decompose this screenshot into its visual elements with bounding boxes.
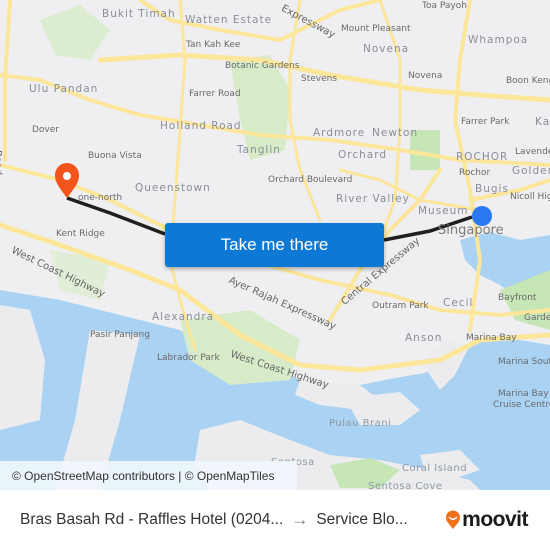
label-nicoll-highway: Nicoll Hig bbox=[510, 192, 550, 202]
label-bayfront: Bayfront bbox=[498, 293, 537, 303]
label-dover: Dover bbox=[32, 125, 59, 135]
label-orchard: Orchard bbox=[338, 149, 388, 161]
label-mount-pleasant: Mount Pleasant bbox=[341, 24, 411, 34]
label-farrer-road: Farrer Road bbox=[189, 89, 241, 99]
label-kallang: Kal bbox=[535, 116, 550, 128]
label-botanic-gardens: Botanic Gardens bbox=[225, 61, 300, 71]
label-stevens: Stevens bbox=[301, 74, 338, 84]
label-novena: Novena bbox=[408, 71, 443, 81]
label-river-valley: River Valley bbox=[336, 193, 410, 205]
label-cruise-centre-line1: Marina Bay bbox=[498, 389, 549, 399]
map[interactable]: Bukit Timah Watten Estate Tan Kah Kee Bo… bbox=[0, 0, 550, 490]
moovit-pin-icon bbox=[446, 510, 461, 529]
label-alexandra: Alexandra bbox=[152, 311, 215, 323]
label-lavender: Lavende bbox=[515, 147, 550, 157]
destination-stop-name: Service Blo... bbox=[316, 511, 408, 528]
origin-map-pin-icon[interactable] bbox=[55, 163, 79, 198]
label-ardmore: Ardmore bbox=[313, 127, 366, 139]
label-rochor: Rochor bbox=[459, 168, 491, 178]
arrow-right-icon: → bbox=[291, 510, 309, 529]
label-holland-road: Holland Road bbox=[160, 120, 242, 132]
label-labrador-park: Labrador Park bbox=[157, 353, 220, 363]
moovit-wordmark: moovit bbox=[462, 508, 528, 531]
label-outram-park: Outram Park bbox=[372, 301, 429, 311]
label-kent-ridge: Kent Ridge bbox=[56, 229, 105, 239]
label-tan-kah-kee: Tan Kah Kee bbox=[186, 40, 241, 50]
take-me-there-button[interactable]: Take me there bbox=[165, 223, 384, 267]
bukit-timah-park bbox=[40, 5, 110, 60]
label-singapore: Singapore bbox=[438, 223, 504, 238]
label-orchard-boulevard: Orchard Boulevard bbox=[268, 175, 353, 185]
label-golden: Golden bbox=[512, 165, 550, 177]
label-whampoa: Whampoa bbox=[468, 34, 529, 46]
map-attribution[interactable]: © OpenStreetMap contributors | © OpenMap… bbox=[0, 461, 297, 490]
label-museum: Museum bbox=[418, 205, 469, 217]
moovit-logo[interactable]: moovit bbox=[445, 508, 528, 532]
label-newton: Newton bbox=[372, 127, 419, 139]
label-bugis: Bugis bbox=[475, 183, 509, 195]
label-cruise-centre-line2: Cruise Centre bbox=[493, 400, 550, 410]
origin-stop-name: Bras Basah Rd - Raffles Hotel (0204... bbox=[20, 511, 284, 528]
label-watten-estate: Watten Estate bbox=[185, 14, 273, 26]
label-anson: Anson bbox=[405, 332, 443, 344]
label-bukit-timah: Bukit Timah bbox=[102, 8, 176, 20]
label-tanglin: Tanglin bbox=[237, 144, 281, 156]
route-footer: Bras Basah Rd - Raffles Hotel (0204... →… bbox=[0, 490, 550, 550]
road-label-clementi-road: Road bbox=[0, 150, 3, 176]
label-ulu-pandan: Ulu Pandan bbox=[29, 83, 99, 95]
label-queenstown: Queenstown bbox=[135, 182, 211, 194]
label-coral-island: Coral Island bbox=[402, 463, 468, 474]
label-farrer-park: Farrer Park bbox=[461, 117, 510, 127]
label-one-north: one-north bbox=[78, 193, 123, 203]
label-cecil: Cecil bbox=[443, 297, 474, 309]
label-gardens: Garden bbox=[524, 313, 550, 323]
label-toa-payoh: Toa Payoh bbox=[422, 1, 467, 11]
label-buona-vista: Buona Vista bbox=[88, 151, 142, 161]
label-pulau-brani: Pulau Brani bbox=[329, 418, 392, 429]
label-boon-keng: Boon Keng bbox=[506, 76, 550, 86]
label-pasir-panjang: Pasir Panjang bbox=[90, 330, 150, 340]
label-sentosa-cove: Sentosa Cove bbox=[368, 481, 443, 491]
label-rochor-district: ROCHOR bbox=[456, 151, 509, 163]
label-marina-bay: Marina Bay bbox=[466, 333, 517, 343]
label-marina-south: Marina South bbox=[498, 357, 550, 367]
label-novena-district: Novena bbox=[363, 43, 410, 55]
